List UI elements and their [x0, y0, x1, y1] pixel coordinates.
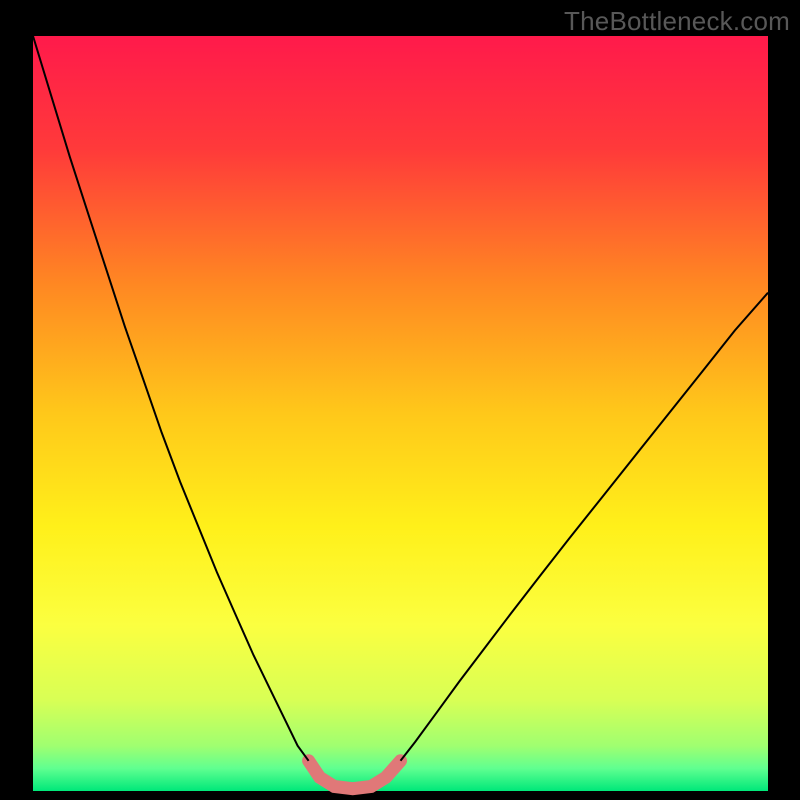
bottleneck-chart [0, 0, 800, 800]
watermark-text: TheBottleneck.com [564, 6, 790, 37]
chart-container: TheBottleneck.com [0, 0, 800, 800]
chart-gradient-bg [33, 36, 768, 791]
